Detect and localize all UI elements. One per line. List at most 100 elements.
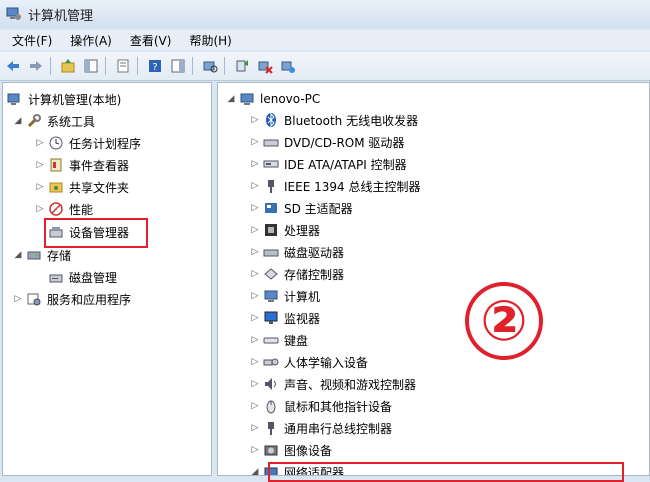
collapsed-arrow-icon[interactable]: ▷ <box>35 160 45 170</box>
menu-file[interactable]: 文件(F) <box>0 32 61 49</box>
disk-icon <box>48 269 64 285</box>
collapsed-arrow-icon[interactable]: ▷ <box>250 269 260 279</box>
menu-view[interactable]: 查看(V) <box>121 32 181 49</box>
expanded-arrow-icon[interactable]: ◢ <box>250 467 260 475</box>
collapsed-arrow-icon[interactable]: ▷ <box>250 137 260 147</box>
hard-disk-icon <box>263 244 279 260</box>
computer-icon <box>239 91 255 107</box>
tree-item-usb[interactable]: ▷ 通用串行总线控制器 <box>250 418 392 438</box>
tree-item-computer-root[interactable]: ◢ lenovo-PC <box>226 89 321 109</box>
navigation-tree: 计算机管理(本地) ◢ 系统工具 ▷ 任务计划程序 ▷ 事件查看器 ▷ 共享文件… <box>2 82 212 476</box>
speaker-icon <box>263 376 279 392</box>
tree-item-keyboards[interactable]: ▷ 键盘 <box>250 330 308 350</box>
tree-item-storage[interactable]: ◢ 存储 <box>13 245 71 265</box>
expanded-arrow-icon[interactable]: ◢ <box>13 250 23 260</box>
tree-item-label: 性能 <box>69 202 94 217</box>
camera-icon <box>263 442 279 458</box>
uninstall-device-icon[interactable] <box>255 56 275 76</box>
enable-device-icon[interactable] <box>278 56 298 76</box>
tree-item-label: 事件查看器 <box>69 158 130 173</box>
collapsed-arrow-icon[interactable]: ▷ <box>35 138 45 148</box>
collapsed-arrow-icon[interactable]: ▷ <box>250 225 260 235</box>
optical-drive-icon <box>263 134 279 150</box>
collapsed-arrow-icon[interactable]: ▷ <box>250 423 260 433</box>
tree-item-system-tools[interactable]: ◢ 系统工具 <box>13 111 95 131</box>
tree-item-ide-ata[interactable]: ▷ IDE ATA/ATAPI 控制器 <box>250 154 407 174</box>
collapsed-arrow-icon[interactable]: ▷ <box>250 247 260 257</box>
tree-item-label: 存储控制器 <box>284 267 345 282</box>
storage-controller-icon <box>263 266 279 282</box>
properties-icon[interactable] <box>113 56 133 76</box>
expanded-arrow-icon[interactable]: ◢ <box>13 116 23 126</box>
back-icon[interactable] <box>3 56 23 76</box>
tree-item-label: 键盘 <box>284 333 309 348</box>
tree-item-label: 计算机管理(本地) <box>28 92 122 107</box>
performance-icon <box>48 201 64 217</box>
tree-item-label: 人体学输入设备 <box>284 355 369 370</box>
collapsed-arrow-icon[interactable]: ▷ <box>250 401 260 411</box>
computer-icon <box>263 288 279 304</box>
tree-item-monitors[interactable]: ▷ 监视器 <box>250 308 320 328</box>
collapsed-arrow-icon[interactable]: ▷ <box>250 181 260 191</box>
tree-item-label: 系统工具 <box>47 114 96 129</box>
tree-item-task-scheduler[interactable]: ▷ 任务计划程序 <box>35 133 141 153</box>
toolbar-divider <box>137 57 138 75</box>
forward-icon[interactable] <box>26 56 46 76</box>
collapsed-arrow-icon[interactable]: ▷ <box>250 379 260 389</box>
tree-item-computer-management[interactable]: 计算机管理(本地) <box>7 89 121 109</box>
tree-item-services-apps[interactable]: ▷ 服务和应用程序 <box>13 289 131 309</box>
tree-item-disk-drives[interactable]: ▷ 磁盘驱动器 <box>250 242 344 262</box>
collapsed-arrow-icon[interactable]: ▷ <box>250 357 260 367</box>
collapsed-arrow-icon[interactable]: ▷ <box>13 294 23 304</box>
show-hide-tree-icon[interactable] <box>81 56 101 76</box>
collapsed-arrow-icon[interactable]: ▷ <box>250 203 260 213</box>
tree-item-event-viewer[interactable]: ▷ 事件查看器 <box>35 155 129 175</box>
up-folder-icon[interactable] <box>58 56 78 76</box>
ide-controller-icon <box>263 156 279 172</box>
collapsed-arrow-icon[interactable]: ▷ <box>35 182 45 192</box>
tree-item-sound-video[interactable]: ▷ 声音、视频和游戏控制器 <box>250 374 416 394</box>
tree-item-hid[interactable]: ▷ 人体学输入设备 <box>250 352 368 372</box>
tree-item-label: 鼠标和其他指针设备 <box>284 399 393 414</box>
help-icon[interactable]: ? <box>145 56 165 76</box>
scan-hardware-icon[interactable] <box>200 56 220 76</box>
tree-item-processor[interactable]: ▷ 处理器 <box>250 220 320 240</box>
tree-item-label: 磁盘驱动器 <box>284 245 345 260</box>
collapsed-arrow-icon[interactable]: ▷ <box>250 335 260 345</box>
expanded-arrow-icon[interactable]: ◢ <box>226 94 236 104</box>
tree-item-label: DVD/CD-ROM 驱动器 <box>284 135 405 150</box>
tree-item-dvd-cdrom[interactable]: ▷ DVD/CD-ROM 驱动器 <box>250 132 405 152</box>
tree-item-label: Bluetooth 无线电收发器 <box>284 113 419 128</box>
tree-item-bluetooth[interactable]: ▷ Bluetooth 无线电收发器 <box>250 110 418 130</box>
tree-item-label: 处理器 <box>284 223 321 238</box>
tree-item-label: SD 主适配器 <box>284 201 353 216</box>
toolbar-divider <box>50 57 51 75</box>
tree-item-label: 任务计划程序 <box>69 136 142 151</box>
collapsed-arrow-icon[interactable]: ▷ <box>250 115 260 125</box>
tree-item-label: 磁盘管理 <box>69 270 118 285</box>
tree-item-ieee1394[interactable]: ▷ IEEE 1394 总线主控制器 <box>250 176 421 196</box>
collapsed-arrow-icon[interactable]: ▷ <box>250 291 260 301</box>
tree-item-storage-controllers[interactable]: ▷ 存储控制器 <box>250 264 344 284</box>
tree-item-computer[interactable]: ▷ 计算机 <box>250 286 320 306</box>
tree-item-sd-host[interactable]: ▷ SD 主适配器 <box>250 198 353 218</box>
tree-item-performance[interactable]: ▷ 性能 <box>35 199 93 219</box>
tree-item-shared-folders[interactable]: ▷ 共享文件夹 <box>35 177 129 197</box>
collapsed-arrow-icon[interactable]: ▷ <box>250 159 260 169</box>
tree-item-label: IDE ATA/ATAPI 控制器 <box>284 157 407 172</box>
collapsed-arrow-icon[interactable]: ▷ <box>250 445 260 455</box>
tree-item-label: 存储 <box>47 248 72 263</box>
update-driver-icon[interactable] <box>232 56 252 76</box>
collapsed-arrow-icon[interactable]: ▷ <box>35 204 45 214</box>
tree-item-label: 共享文件夹 <box>69 180 130 195</box>
action-pane-icon[interactable] <box>168 56 188 76</box>
collapsed-arrow-icon[interactable]: ▷ <box>250 313 260 323</box>
window-title: 计算机管理 <box>28 8 94 24</box>
menu-help[interactable]: 帮助(H) <box>180 32 240 49</box>
tree-item-mice[interactable]: ▷ 鼠标和其他指针设备 <box>250 396 392 416</box>
tree-item-disk-management[interactable]: 磁盘管理 <box>48 267 117 287</box>
menu-action[interactable]: 操作(A) <box>61 32 121 49</box>
toolbar-divider <box>224 57 225 75</box>
tree-item-imaging[interactable]: ▷ 图像设备 <box>250 440 332 460</box>
mouse-icon <box>263 398 279 414</box>
